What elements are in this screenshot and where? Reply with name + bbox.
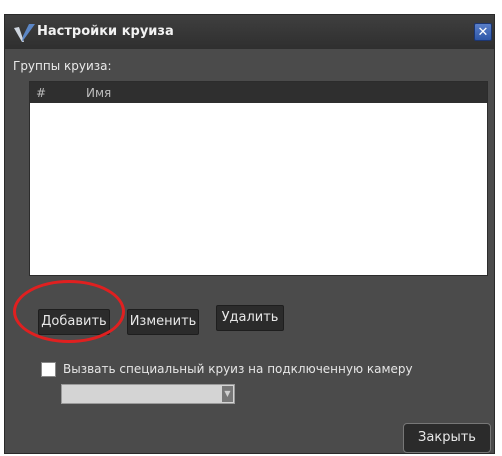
column-header-name[interactable]: Имя [86,86,111,100]
dropdown-arrow-icon[interactable]: ▼ [222,386,233,402]
delete-button[interactable]: Удалить [216,305,284,331]
title-bar[interactable]: Настройки круиза ✕ [5,15,494,49]
special-cruise-checkbox[interactable] [41,362,56,377]
cruise-groups-list[interactable]: # Имя [29,81,488,276]
cruise-select[interactable]: ▼ [61,384,235,404]
column-header-number[interactable]: # [36,86,46,100]
list-header: # Имя [30,82,487,103]
add-button[interactable]: Добавить [38,309,110,335]
cruise-settings-dialog: Настройки круиза ✕ Группы круиза: # Имя … [4,14,495,454]
cruise-groups-label: Группы круиза: [13,59,112,73]
special-cruise-label: Вызвать специальный круиз на подключенну… [63,362,413,376]
edit-button[interactable]: Изменить [127,309,199,335]
close-icon: ✕ [477,25,489,40]
window-title: Настройки круиза [37,24,174,39]
close-window-button[interactable]: ✕ [474,23,492,41]
close-button[interactable]: Закрыть [403,423,491,453]
app-logo-icon [14,24,35,42]
